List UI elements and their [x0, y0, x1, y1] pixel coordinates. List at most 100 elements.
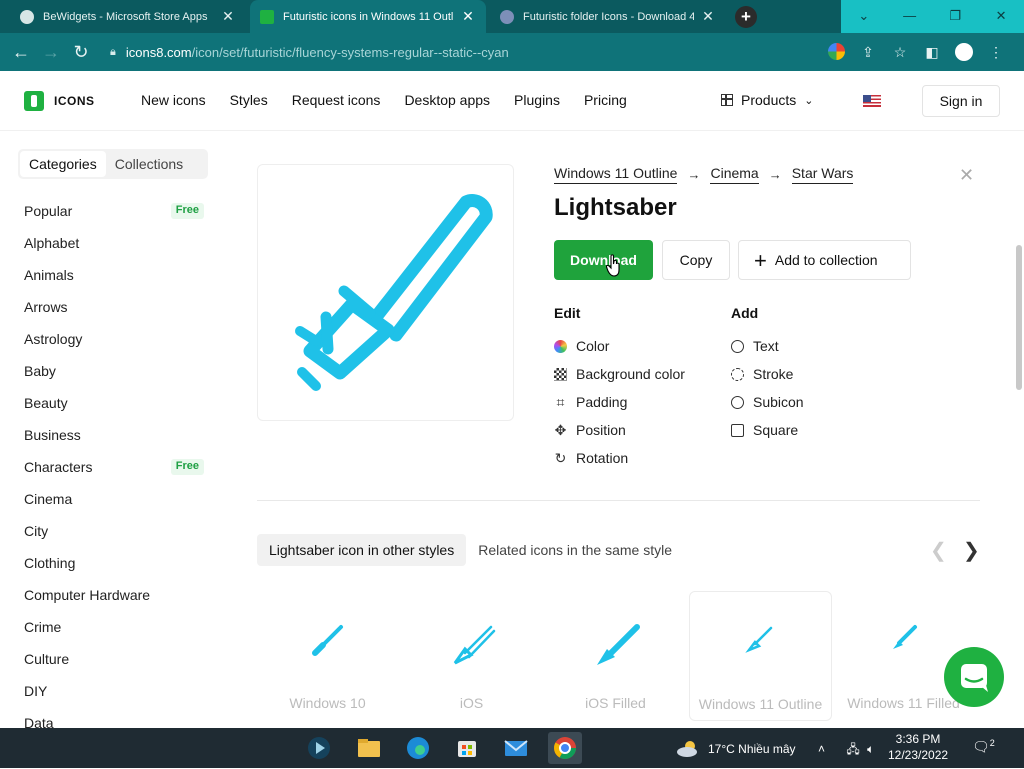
sidebar-item-label: Baby [24, 363, 56, 379]
close-tab-icon[interactable]: ✕ [220, 8, 236, 25]
add-to-collection-button[interactable]: + Add to collection [738, 240, 911, 280]
sidebar-item-astrology[interactable]: Astrology [24, 331, 204, 363]
nav-styles[interactable]: Styles [230, 92, 268, 108]
close-icon[interactable]: ✕ [959, 165, 974, 186]
chevron-left-icon[interactable]: ❮ [930, 538, 947, 563]
option-position[interactable]: ✥ Position [554, 416, 685, 444]
option-rotation[interactable]: ↻ Rotation [554, 444, 685, 472]
sidebar-item-animals[interactable]: Animals [24, 267, 204, 299]
edge-app[interactable] [401, 732, 435, 764]
sidebar-item-city[interactable]: City [24, 523, 204, 555]
style-variant-windows-11-outline[interactable]: Windows 11 Outline [689, 591, 832, 721]
back-icon[interactable]: ← [6, 42, 36, 63]
sidepanel-icon[interactable]: ◧ [916, 38, 948, 66]
store-app[interactable] [450, 732, 484, 764]
close-window-icon[interactable]: ✕ [978, 0, 1024, 33]
sidebar-item-culture[interactable]: Culture [24, 651, 204, 683]
tab-other-styles[interactable]: Lightsaber icon in other styles [257, 534, 467, 566]
us-flag-icon[interactable] [863, 95, 881, 107]
network-icon[interactable]: 🖧︎ [846, 742, 859, 756]
reload-icon[interactable]: ↻ [66, 42, 96, 63]
sidebar-item-popular[interactable]: Popular Free [24, 203, 204, 235]
chrome-app[interactable] [548, 732, 582, 764]
google-lens-icon[interactable] [820, 38, 852, 66]
notification-icon: 🗨︎ [972, 738, 990, 755]
volume-icon[interactable]: 🔈︎ [867, 742, 874, 756]
lightsaber-icon [744, 626, 772, 653]
icons8-logo[interactable]: ICONS [24, 91, 95, 111]
arrow-right-icon: → [687, 167, 701, 182]
bookmark-star-icon[interactable]: ☆ [884, 38, 916, 66]
sidebar-item-label: Data [24, 715, 54, 728]
nav-pricing[interactable]: Pricing [584, 92, 627, 108]
new-tab-button[interactable]: + [735, 6, 757, 28]
tab-search-icon[interactable]: ⌄ [841, 0, 887, 33]
download-button[interactable]: Download [554, 240, 653, 280]
profile-icon[interactable] [948, 38, 980, 66]
sidebar-item-beauty[interactable]: Beauty [24, 395, 204, 427]
close-tab-icon[interactable]: ✕ [700, 8, 716, 25]
sidebar-item-baby[interactable]: Baby [24, 363, 204, 395]
sidebar-item-diy[interactable]: DIY [24, 683, 204, 715]
sidebar-item-alphabet[interactable]: Alphabet [24, 235, 204, 267]
breadcrumb-category[interactable]: Cinema [710, 165, 759, 184]
sidebar-item-data[interactable]: Data [24, 715, 204, 728]
style-variant-ios[interactable]: iOS [401, 591, 544, 721]
weather-widget[interactable]: 17°C Nhiều mây [676, 740, 796, 758]
media-player-app[interactable] [302, 732, 336, 764]
tab-futuristic-folder[interactable]: Futuristic folder Icons - Download 4844 … [490, 0, 726, 33]
chat-button[interactable] [944, 647, 1004, 707]
sidebar-item-business[interactable]: Business [24, 427, 204, 459]
logo-text: ICONS [54, 94, 95, 108]
sidebar-item-computer-hardware[interactable]: Computer Hardware [24, 587, 204, 619]
tab-related-icons[interactable]: Related icons in the same style [466, 542, 684, 558]
page-scrollbar[interactable] [1016, 245, 1022, 390]
sidebar-item-crime[interactable]: Crime [24, 619, 204, 651]
option-padding[interactable]: ⌗ Padding [554, 388, 685, 416]
chevron-right-icon[interactable]: ❯ [963, 538, 980, 563]
tab-bewidgets[interactable]: BeWidgets - Microsoft Store Apps ✕ [10, 0, 246, 33]
breadcrumb-style[interactable]: Windows 11 Outline [554, 165, 678, 184]
chevron-down-icon: ⌄ [804, 94, 814, 107]
breadcrumb-subcategory[interactable]: Star Wars [791, 165, 854, 184]
products-label: Products [741, 92, 797, 108]
option-text[interactable]: Text [731, 332, 804, 360]
sidebar-item-label: Business [24, 427, 81, 443]
tab-collections[interactable]: Collections [106, 151, 192, 177]
option-stroke[interactable]: Stroke [731, 360, 804, 388]
copy-button[interactable]: Copy [662, 240, 730, 280]
nav-plugins[interactable]: Plugins [514, 92, 560, 108]
option-background-color[interactable]: Background color [554, 360, 685, 388]
forward-icon[interactable]: → [36, 42, 66, 63]
cloudy-weather-icon [677, 741, 697, 757]
restore-icon[interactable]: ❐ [933, 0, 979, 33]
sidebar-item-arrows[interactable]: Arrows [24, 299, 204, 331]
nav-request-icons[interactable]: Request icons [292, 92, 381, 108]
tab-categories[interactable]: Categories [20, 151, 106, 177]
tab-futuristic-icons[interactable]: Futuristic icons in Windows 11 Outline ✕ [250, 0, 486, 33]
mail-app[interactable] [499, 732, 533, 764]
nav-desktop-apps[interactable]: Desktop apps [404, 92, 490, 108]
breadcrumb: Windows 11 Outline → Cinema → Star Wars [554, 165, 854, 184]
option-color[interactable]: Color [554, 332, 685, 360]
style-variant-windows-10[interactable]: Windows 10 [257, 591, 400, 721]
option-subicon[interactable]: Subicon [731, 388, 804, 416]
sidebar-item-clothing[interactable]: Clothing [24, 555, 204, 587]
notification-button[interactable]: 🗨︎2 [972, 738, 995, 756]
style-variant-ios-filled[interactable]: iOS Filled [545, 591, 688, 721]
clock[interactable]: 3:36 PM 12/23/2022 [888, 731, 948, 763]
address-bar[interactable]: 🔒︎ icons8.com /icon/set/futuristic/fluen… [110, 37, 810, 67]
sign-in-button[interactable]: Sign in [922, 85, 1000, 117]
minimize-icon[interactable]: — [887, 0, 933, 33]
text-add-icon [731, 339, 744, 353]
sidebar-item-cinema[interactable]: Cinema [24, 491, 204, 523]
close-tab-icon[interactable]: ✕ [460, 8, 476, 25]
option-square[interactable]: Square [731, 416, 804, 444]
share-icon[interactable]: ⇪ [852, 38, 884, 66]
chevron-up-icon[interactable]: ˄ [818, 742, 825, 756]
nav-new-icons[interactable]: New icons [141, 92, 206, 108]
menu-kebab-icon[interactable]: ⋮ [980, 38, 1012, 66]
products-menu[interactable]: Products ⌄ [721, 92, 813, 108]
sidebar-item-characters[interactable]: Characters Free [24, 459, 204, 491]
file-explorer-app[interactable] [352, 732, 386, 764]
